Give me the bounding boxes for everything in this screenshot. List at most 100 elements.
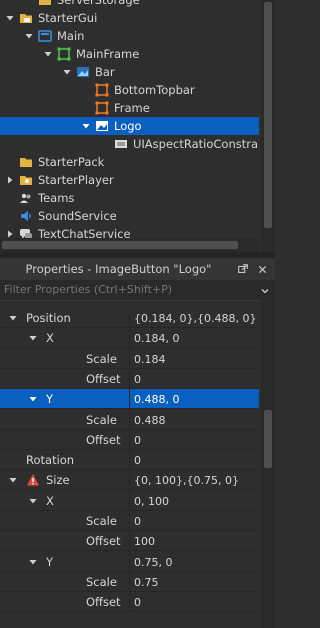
screengui-icon (38, 29, 52, 43)
property-value[interactable]: 0.184 (134, 349, 166, 369)
property-value[interactable]: 0.75, 0 (134, 552, 172, 572)
property-value[interactable]: 0 (134, 369, 141, 389)
explorer-item-teams[interactable]: Teams (0, 189, 259, 207)
properties-vertical-scrollbar[interactable] (261, 300, 275, 628)
property-name-cell: Position (8, 308, 71, 328)
explorer-item-bar[interactable]: Bar (0, 63, 259, 81)
tree-arrow-spacer (24, 0, 34, 5)
column-separator[interactable] (129, 531, 130, 551)
column-separator[interactable] (129, 389, 130, 409)
explorer-item-main[interactable]: Main (0, 27, 259, 45)
explorer-item-frame[interactable]: Frame (0, 99, 259, 117)
property-name-cell: Scale (48, 410, 117, 430)
column-separator[interactable] (129, 369, 130, 389)
property-row-x[interactable]: X 0.184, 0 (0, 328, 259, 348)
column-separator[interactable] (129, 450, 130, 470)
explorer-item-soundservice[interactable]: SoundService (0, 207, 259, 225)
explorer-item-label: StarterPack (38, 155, 105, 169)
property-value[interactable]: {0, 100},{0.75, 0} (134, 470, 239, 490)
property-value[interactable]: 0 (134, 450, 141, 470)
explorer-item-label: Frame (114, 101, 150, 115)
column-separator[interactable] (129, 410, 130, 430)
popout-icon[interactable] (236, 262, 250, 276)
property-value[interactable]: 0.488, 0 (134, 389, 179, 409)
column-separator[interactable] (129, 572, 130, 592)
explorer-item-label: StarterPlayer (38, 173, 114, 187)
column-separator[interactable] (129, 349, 130, 369)
property-value[interactable]: 0 (134, 592, 141, 612)
explorer-item-label: StarterGui (38, 11, 98, 25)
column-separator[interactable] (129, 511, 130, 531)
close-icon[interactable] (255, 262, 269, 276)
property-value[interactable]: 0.488 (134, 410, 166, 430)
column-separator[interactable] (129, 308, 130, 328)
column-separator[interactable] (129, 328, 130, 348)
explorer-item-uiaspectratioconstra[interactable]: UIAspectRatioConstra (0, 135, 259, 153)
explorer-item-starterplayer[interactable]: StarterPlayer (0, 171, 259, 189)
expand-down-arrow-icon[interactable] (81, 121, 91, 131)
filter-properties-input[interactable] (4, 282, 254, 297)
property-value[interactable]: {0.184, 0},{0.488, 0} (134, 308, 256, 328)
expand-down-arrow-icon[interactable] (5, 13, 15, 23)
column-separator[interactable] (129, 491, 130, 511)
expand-down-arrow-icon[interactable] (28, 557, 38, 567)
filter-properties-bar (0, 280, 275, 301)
sound-icon (19, 209, 33, 223)
imagebutton-icon (95, 119, 109, 133)
tree-arrow-spacer (5, 157, 15, 167)
frame-icon (57, 47, 71, 61)
expand-down-arrow-icon[interactable] (43, 49, 53, 59)
expand-down-arrow-icon[interactable] (8, 313, 18, 323)
property-value[interactable]: 0, 100 (134, 491, 169, 511)
property-name: Scale (86, 514, 117, 528)
property-value[interactable]: 0 (134, 511, 141, 531)
property-row-x[interactable]: X 0, 100 (0, 491, 259, 511)
property-name-cell: Rotation (8, 450, 74, 470)
property-row-scale[interactable]: Scale 0.184 (0, 349, 259, 369)
column-separator[interactable] (129, 470, 130, 490)
explorer-horizontal-scrollbar[interactable] (0, 238, 259, 252)
expand-down-arrow-icon[interactable] (8, 475, 18, 485)
chevron-down-icon[interactable] (260, 285, 270, 295)
explorer-item-bottomtopbar[interactable]: BottomTopbar (0, 81, 259, 99)
property-row-y[interactable]: Y 0.75, 0 (0, 552, 259, 572)
property-row-rotation[interactable]: Rotation 0 (0, 450, 259, 470)
column-separator[interactable] (129, 430, 130, 450)
property-value[interactable]: 100 (134, 531, 155, 551)
property-name-cell: Offset (48, 531, 121, 551)
properties-vscroll-thumb[interactable] (264, 410, 272, 468)
property-row-offset[interactable]: Offset 0 (0, 592, 259, 612)
property-row-size[interactable]: Size {0, 100},{0.75, 0} (0, 470, 259, 490)
property-name-cell: Offset (48, 369, 121, 389)
property-row-offset[interactable]: Offset 0 (0, 430, 259, 450)
property-row-scale[interactable]: Scale 0.488 (0, 410, 259, 430)
expand-down-arrow-icon[interactable] (28, 333, 38, 343)
property-value[interactable]: 0.184, 0 (134, 328, 179, 348)
property-row-scale[interactable]: Scale 0 (0, 511, 259, 531)
property-value[interactable]: 0 (134, 430, 141, 450)
explorer-item-starterpack[interactable]: StarterPack (0, 153, 259, 171)
explorer-item-serverstorage[interactable]: ServerStorage (0, 0, 259, 9)
property-row-offset[interactable]: Offset 0 (0, 369, 259, 389)
explorer-item-logo[interactable]: Logo (0, 117, 259, 135)
explorer-vertical-scrollbar[interactable] (261, 0, 275, 252)
expand-right-arrow-icon[interactable] (5, 175, 15, 185)
property-value[interactable]: 0.75 (134, 572, 159, 592)
property-row-position[interactable]: Position {0.184, 0},{0.488, 0} (0, 308, 259, 328)
property-row-offset[interactable]: Offset 100 (0, 531, 259, 551)
column-separator[interactable] (129, 592, 130, 612)
property-name: Offset (86, 433, 121, 447)
explorer-item-startergui[interactable]: StarterGui (0, 9, 259, 27)
startergui-icon (19, 11, 33, 25)
explorer-hscroll-thumb[interactable] (2, 241, 238, 249)
warning-icon (26, 473, 40, 487)
property-row-scale[interactable]: Scale 0.75 (0, 572, 259, 592)
expand-down-arrow-icon[interactable] (28, 394, 38, 404)
explorer-item-mainframe[interactable]: MainFrame (0, 45, 259, 63)
column-separator[interactable] (129, 552, 130, 572)
expand-down-arrow-icon[interactable] (62, 67, 72, 77)
explorer-vscroll-thumb[interactable] (264, 2, 272, 228)
property-row-y[interactable]: Y 0.488, 0 (0, 389, 259, 409)
expand-down-arrow-icon[interactable] (28, 496, 38, 506)
expand-down-arrow-icon[interactable] (24, 31, 34, 41)
